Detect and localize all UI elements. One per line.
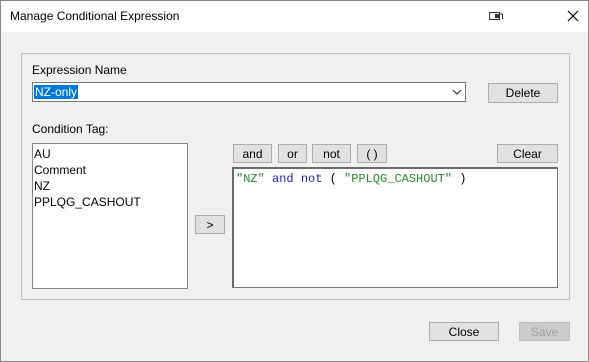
dialog-window: Manage Conditional Expression Expression…	[0, 0, 589, 362]
expression-token	[265, 172, 272, 186]
close-button[interactable]: Close	[429, 322, 499, 341]
parentheses-button[interactable]: ( )	[357, 144, 387, 163]
expression-name-value[interactable]: NZ-only	[34, 85, 79, 99]
condition-tag-list[interactable]: AU Comment NZ PPLQG_CASHOUT	[32, 143, 188, 289]
expression-token: and	[272, 172, 294, 186]
add-tag-button[interactable]: >	[195, 215, 225, 234]
window-title: Manage Conditional Expression	[10, 9, 180, 23]
expression-token: "NZ"	[236, 172, 265, 186]
expression-token: not	[300, 172, 323, 186]
expression-editor[interactable]: "NZ" and not ( "PPLQG_CASHOUT" )	[232, 167, 558, 288]
close-icon[interactable]	[558, 5, 588, 27]
expression-name-combobox[interactable]: NZ-only	[32, 82, 466, 102]
or-button[interactable]: or	[278, 144, 307, 163]
clear-button[interactable]: Clear	[497, 144, 558, 163]
and-button[interactable]: and	[233, 144, 272, 163]
not-button[interactable]: not	[312, 144, 351, 163]
expression-token: (	[322, 172, 345, 186]
list-item[interactable]: AU	[34, 146, 187, 162]
restore-window-icon[interactable]	[481, 5, 511, 27]
expression-token	[294, 172, 301, 186]
list-item[interactable]: NZ	[34, 178, 187, 194]
expression-token: "PPLQG_CASHOUT"	[344, 172, 453, 186]
list-item[interactable]: Comment	[34, 162, 187, 178]
chevron-down-icon[interactable]	[451, 86, 463, 98]
condition-tag-label: Condition Tag:	[32, 122, 109, 136]
expression-name-label: Expression Name	[32, 63, 127, 77]
title-bar: Manage Conditional Expression	[1, 1, 588, 32]
delete-button[interactable]: Delete	[488, 83, 558, 103]
save-button[interactable]: Save	[519, 322, 570, 341]
expression-token: )	[452, 172, 467, 186]
list-item[interactable]: PPLQG_CASHOUT	[34, 194, 187, 210]
